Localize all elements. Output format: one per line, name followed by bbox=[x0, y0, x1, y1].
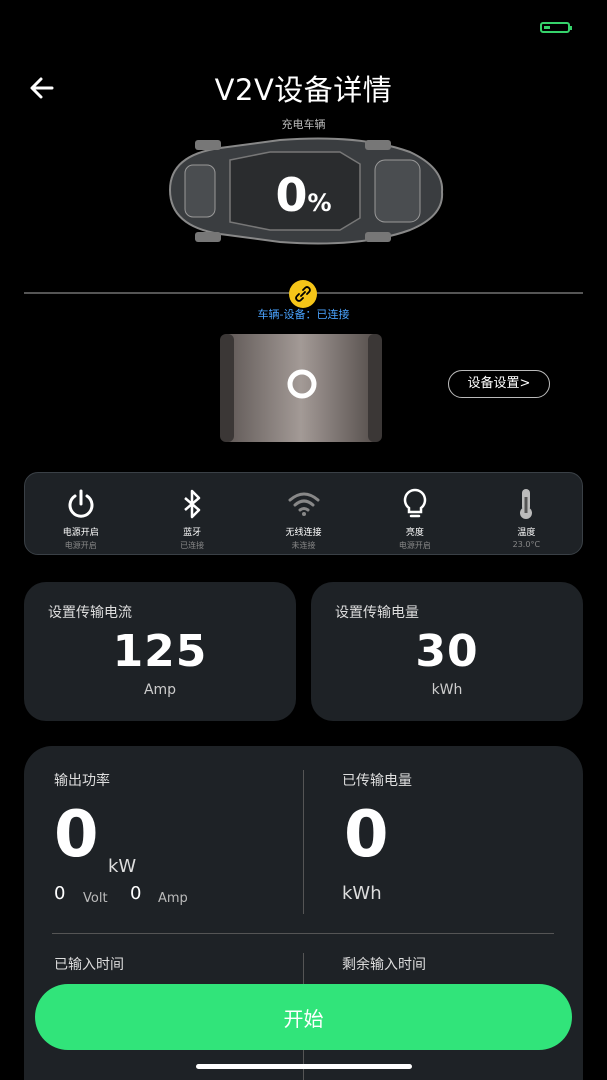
start-button[interactable]: 开始 bbox=[35, 984, 572, 1050]
status-sub: 未连接 bbox=[291, 541, 316, 550]
device-settings-button[interactable]: 设备设置> bbox=[448, 370, 550, 398]
current-setting-card[interactable]: 设置传输电流 125 Amp bbox=[24, 582, 296, 721]
amp-value: 0 bbox=[130, 883, 142, 904]
percent-unit: % bbox=[307, 189, 332, 217]
status-label: 亮度 bbox=[405, 528, 424, 538]
lightbulb-icon bbox=[403, 488, 427, 518]
status-label: 蓝牙 bbox=[183, 528, 202, 538]
card-value: 125 bbox=[112, 626, 208, 677]
stats-divider-horizontal bbox=[52, 933, 554, 934]
device-status-panel: 电源开启 电源开启 蓝牙 已连接 无线连接 未连接 亮度 电源开启 温度 23.… bbox=[24, 472, 583, 555]
energy-setting-card[interactable]: 设置传输电量 30 kWh bbox=[311, 582, 583, 721]
home-indicator[interactable] bbox=[196, 1064, 412, 1069]
status-sub: 电源开启 bbox=[398, 541, 431, 550]
vehicle-charge-percent: 0% bbox=[0, 168, 607, 222]
device-image bbox=[220, 334, 382, 442]
output-power-unit: kW bbox=[108, 856, 137, 877]
transferred-energy-unit: kWh bbox=[342, 883, 382, 904]
card-title: 设置传输电流 bbox=[48, 605, 132, 621]
power-icon bbox=[68, 489, 94, 518]
volt-value: 0 bbox=[54, 883, 66, 904]
status-sub: 23.0°C bbox=[512, 540, 541, 549]
link-icon bbox=[289, 280, 317, 308]
card-value: 30 bbox=[415, 626, 479, 677]
thermometer-icon bbox=[520, 489, 533, 519]
card-unit: kWh bbox=[431, 682, 463, 698]
volt-unit: Volt bbox=[83, 891, 108, 906]
input-time-label: 已输入时间 bbox=[54, 957, 124, 973]
status-label: 无线连接 bbox=[285, 528, 322, 538]
status-sub: 已连接 bbox=[180, 541, 205, 550]
status-sub: 电源开启 bbox=[64, 541, 97, 550]
output-power-value: 0 bbox=[54, 798, 99, 872]
wifi-icon bbox=[288, 492, 320, 516]
page-title: V2V设备详情 bbox=[214, 73, 393, 107]
status-item-temperature: 温度 23.0°C bbox=[471, 473, 582, 554]
status-item-bluetooth: 蓝牙 已连接 bbox=[136, 473, 247, 554]
bluetooth-icon bbox=[184, 489, 201, 519]
status-item-brightness: 亮度 电源开启 bbox=[359, 473, 470, 554]
card-unit: Amp bbox=[143, 682, 177, 698]
status-item-power: 电源开启 电源开启 bbox=[25, 473, 136, 554]
status-label: 温度 bbox=[517, 528, 536, 538]
status-item-wifi: 无线连接 未连接 bbox=[248, 473, 359, 554]
connection-status: 车辆-设备：已连接 bbox=[257, 308, 350, 321]
transferred-energy-label: 已传输电量 bbox=[342, 773, 412, 789]
transferred-energy-value: 0 bbox=[344, 798, 389, 872]
status-label: 电源开启 bbox=[62, 528, 99, 538]
stats-divider-vertical bbox=[303, 770, 304, 914]
battery-icon bbox=[540, 22, 572, 33]
output-power-label: 输出功率 bbox=[54, 773, 110, 789]
card-title: 设置传输电量 bbox=[335, 605, 419, 621]
amp-unit: Amp bbox=[158, 891, 188, 906]
remaining-time-label: 剩余输入时间 bbox=[342, 957, 426, 973]
percent-value: 0 bbox=[275, 168, 308, 222]
